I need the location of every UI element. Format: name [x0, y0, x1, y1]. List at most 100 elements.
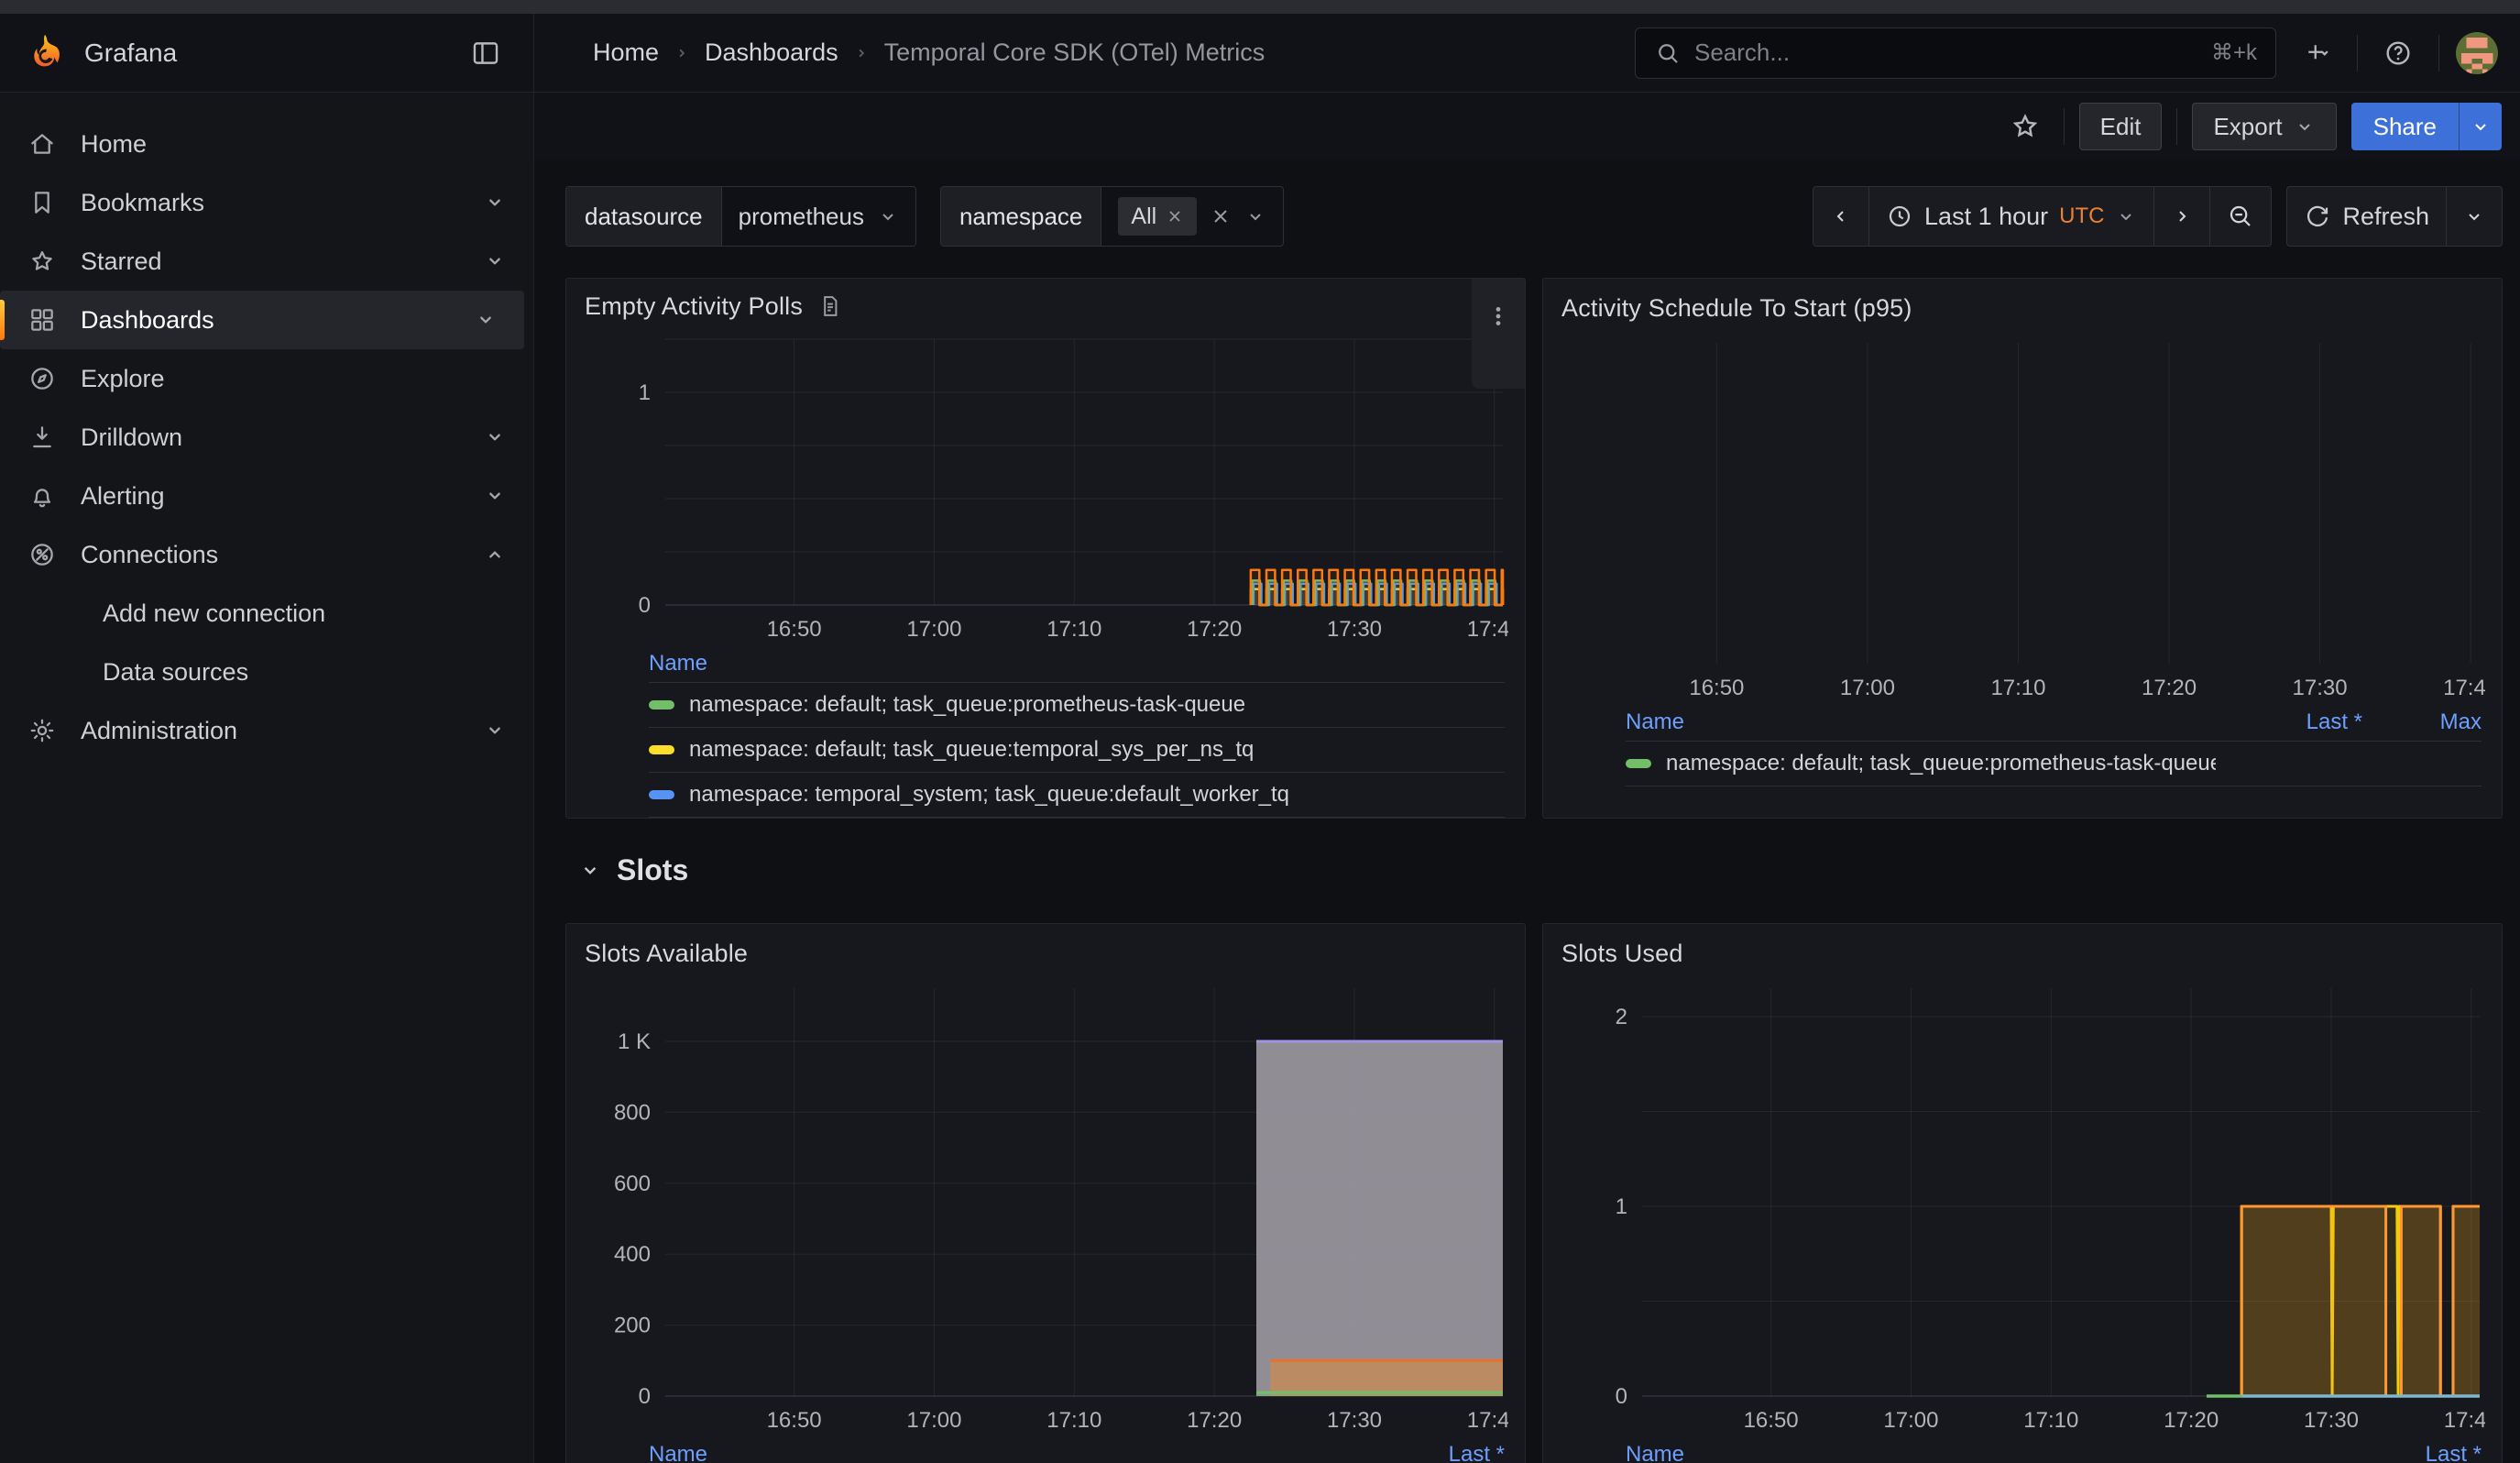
time-back-button[interactable]	[1813, 187, 1868, 246]
sidebar-item-home[interactable]: Home	[0, 115, 533, 173]
datasource-select[interactable]: prometheus	[721, 187, 915, 246]
refresh-interval-chevron[interactable]	[2446, 187, 2502, 246]
clear-all-icon[interactable]	[1210, 205, 1232, 227]
sidebar-item-explore[interactable]: Explore	[0, 349, 533, 408]
legend-row[interactable]: namespace: default; task_queue:prometheu…	[649, 683, 1505, 728]
grid-icon	[27, 305, 59, 335]
legend-header: Name Last *Max	[1626, 704, 2482, 742]
share-split-button[interactable]: Share	[2351, 103, 2502, 150]
top-navbar: Grafana HomeDashboardsTemporal Core SDK …	[0, 14, 2520, 93]
sidebar-item-drilldown[interactable]: Drilldown	[0, 408, 533, 467]
svg-text:0: 0	[1616, 1384, 1627, 1409]
series-label[interactable]: namespace: temporal_system; task_queue:d…	[689, 782, 1289, 808]
sidebar-item-connections[interactable]: Connections	[0, 525, 533, 584]
time-controls: Last 1 hour UTC	[1813, 186, 2503, 247]
series-label[interactable]: namespace: default; task_queue:prometheu…	[1666, 751, 2216, 776]
row-title: Slots	[617, 853, 688, 887]
chevron-down-icon[interactable]	[482, 718, 508, 743]
legend-row[interactable]: namespace: default; task_queue:temporal_…	[649, 728, 1505, 773]
chip-close-icon[interactable]	[1166, 207, 1184, 226]
breadcrumb-item[interactable]: Dashboards	[705, 38, 838, 67]
window-titlebar	[0, 0, 2520, 14]
legend-column-name[interactable]: Name	[649, 1442, 707, 1463]
sidebar-item-administration[interactable]: Administration	[0, 701, 533, 760]
timeseries-chart[interactable]: 02004006008001 K16:5017:0017:1017:2017:3…	[585, 974, 1507, 1436]
legend-row[interactable]: namespace: temporal_system; task_queue:d…	[649, 773, 1505, 818]
sidebar-item-dashboards[interactable]: Dashboards	[0, 291, 524, 349]
namespace-chip-all[interactable]: All	[1118, 197, 1197, 236]
panel-title[interactable]: Slots Used	[1561, 940, 1683, 968]
dock-menu-icon[interactable]	[462, 29, 509, 77]
svg-text:16:50: 16:50	[1744, 1408, 1799, 1433]
svg-text:17:40: 17:40	[1467, 1408, 1508, 1433]
legend-column[interactable]: Last *	[2216, 710, 2362, 735]
legend-column[interactable]: Last *	[2335, 1442, 2482, 1463]
help-icon[interactable]	[2374, 29, 2422, 77]
sidebar-item-starred[interactable]: Starred	[0, 232, 533, 291]
share-button[interactable]: Share	[2351, 103, 2459, 150]
chart-legend: Name namespace: default; task_queue:prome…	[649, 645, 1505, 818]
svg-text:17:40: 17:40	[2443, 676, 2485, 700]
panel-title[interactable]: Empty Activity Polls	[585, 292, 803, 321]
panel-slots-used: Slots Used 01216:5017:0017:1017:2017:301…	[1542, 923, 2503, 1463]
breadcrumb: HomeDashboardsTemporal Core SDK (OTel) M…	[534, 14, 1265, 92]
sidebar-item-label: Administration	[81, 717, 482, 745]
legend-row[interactable]: namespace: default; task_queue:prometheu…	[1626, 742, 2482, 786]
legend-column[interactable]: Last *	[1358, 1442, 1505, 1463]
legend-column-name[interactable]: Name	[1626, 710, 1684, 735]
legend-column-name[interactable]: Name	[1626, 1442, 1684, 1463]
panel-description-icon[interactable]	[817, 293, 843, 319]
sidebar-item-alerting[interactable]: Alerting	[0, 467, 533, 525]
namespace-select[interactable]: All	[1101, 187, 1283, 246]
time-forward-button[interactable]	[2153, 187, 2209, 246]
breadcrumb-item[interactable]: Home	[593, 38, 659, 67]
chevron-up-icon[interactable]	[482, 542, 508, 567]
svg-text:17:20: 17:20	[2164, 1408, 2219, 1433]
search-placeholder: Search...	[1694, 38, 2198, 67]
svg-text:17:10: 17:10	[1046, 1408, 1101, 1433]
legend-column[interactable]: Max	[2362, 710, 2482, 735]
row-slots-toggle[interactable]: Slots	[578, 842, 2503, 897]
search-input[interactable]: Search... ⌘+k	[1635, 28, 2276, 79]
namespace-variable: namespace All	[940, 186, 1284, 247]
panel-title[interactable]: Slots Available	[585, 940, 748, 968]
chevron-down-icon[interactable]	[473, 307, 499, 333]
svg-text:16:50: 16:50	[767, 1408, 822, 1433]
grafana-app: Grafana HomeDashboardsTemporal Core SDK …	[0, 0, 2520, 1463]
svg-text:17:10: 17:10	[1990, 676, 2045, 700]
sidebar-item-bookmarks[interactable]: Bookmarks	[0, 173, 533, 232]
chevron-down-icon[interactable]	[482, 483, 508, 509]
chevron-down-icon[interactable]	[482, 248, 508, 274]
refresh-button[interactable]: Refresh	[2287, 187, 2446, 246]
series-label[interactable]: namespace: default; task_queue:temporal_…	[689, 737, 1254, 763]
svg-text:17:10: 17:10	[2023, 1408, 2078, 1433]
share-chevron-icon[interactable]	[2459, 103, 2502, 150]
legend-header: Name Last *	[1626, 1436, 2482, 1463]
edit-button[interactable]: Edit	[2079, 103, 2163, 150]
chevron-down-icon[interactable]	[482, 190, 508, 215]
panel-title[interactable]: Activity Schedule To Start (p95)	[1561, 294, 1912, 323]
chevron-down-icon[interactable]	[482, 424, 508, 450]
series-label[interactable]: namespace: default; task_queue:prometheu…	[689, 692, 1245, 718]
timeseries-chart[interactable]: 0116:5017:0017:1017:2017:3017:40	[585, 324, 1507, 645]
user-avatar[interactable]	[2456, 32, 2498, 74]
panel-menu-button[interactable]	[1472, 279, 1525, 389]
sidebar-item-add-new-connection[interactable]: Add new connection	[0, 584, 533, 643]
search-shortcut: ⌘+k	[2211, 39, 2257, 66]
timeseries-chart[interactable]: 16:5017:0017:1017:2017:3017:40	[1561, 328, 2483, 704]
zoom-out-button[interactable]	[2209, 187, 2271, 246]
add-new-button[interactable]	[2293, 29, 2340, 77]
breadcrumb-separator-icon	[672, 43, 692, 63]
time-range-picker[interactable]: Last 1 hour UTC	[1868, 187, 2153, 246]
chart-legend: Name Last *Max namespace: default; task_qu…	[1626, 704, 2482, 786]
sidebar-item-data-sources[interactable]: Data sources	[0, 643, 533, 701]
sidebar-item-label: Data sources	[103, 658, 508, 687]
export-button[interactable]: Export	[2192, 103, 2336, 150]
clock-icon	[1886, 203, 1913, 230]
favorite-star-icon[interactable]	[2001, 103, 2049, 150]
legend-column-name[interactable]: Name	[649, 651, 707, 676]
timeseries-chart[interactable]: 01216:5017:0017:1017:2017:3017:40	[1561, 974, 2483, 1436]
sidebar-item-label: Connections	[81, 541, 482, 569]
svg-text:400: 400	[614, 1242, 651, 1267]
sidebar-item-label: Starred	[81, 248, 482, 276]
